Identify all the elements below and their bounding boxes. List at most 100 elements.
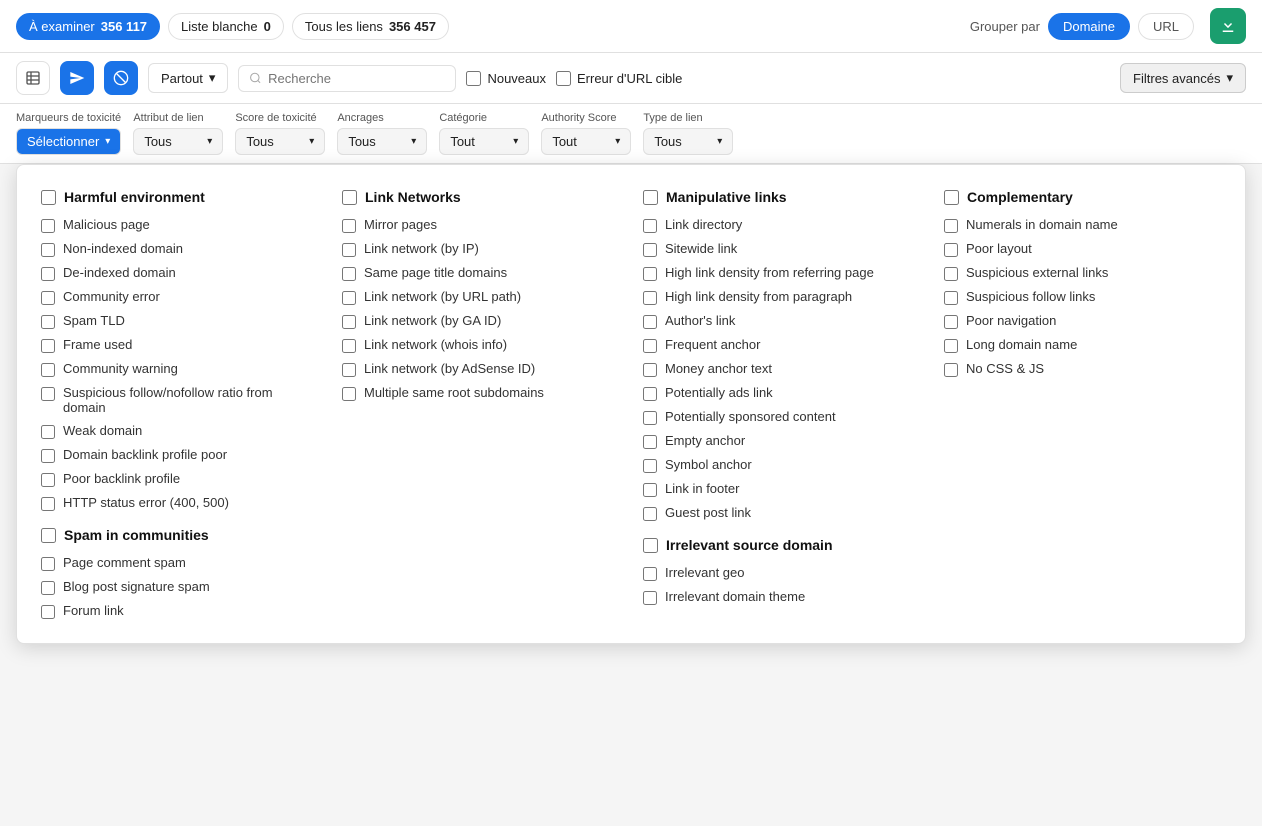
tab-blanche-count: 0 [264, 19, 271, 34]
item-link-network-whois[interactable]: Link network (whois info) [342, 337, 619, 353]
item-community-error[interactable]: Community error [41, 289, 318, 305]
item-suspicious-ratio[interactable]: Suspicious follow/nofollow ratio from do… [41, 385, 318, 415]
tab-examiner[interactable]: À examiner 356 117 [16, 13, 160, 40]
filter-type-select[interactable]: Tous ▾ [643, 128, 733, 155]
item-http-error[interactable]: HTTP status error (400, 500) [41, 495, 318, 511]
filter-type: Type de lien Tous ▾ [643, 112, 733, 155]
filter-attribut-select[interactable]: Tous ▾ [133, 128, 223, 155]
item-guest-post[interactable]: Guest post link [643, 505, 920, 521]
item-link-network-ga[interactable]: Link network (by GA ID) [342, 313, 619, 329]
search-box[interactable] [238, 65, 456, 92]
erreur-checkbox[interactable] [556, 71, 571, 86]
col-manipulative-title: Manipulative links [666, 189, 787, 205]
item-no-css-js[interactable]: No CSS & JS [944, 361, 1221, 377]
erreur-checkbox-label[interactable]: Erreur d'URL cible [556, 71, 682, 86]
filter-ancrages-select[interactable]: Tous ▾ [337, 128, 427, 155]
col-harmful-checkbox[interactable] [41, 190, 56, 205]
filter-marqueurs-select[interactable]: Sélectionner ▾ [16, 128, 121, 155]
item-link-network-adsense[interactable]: Link network (by AdSense ID) [342, 361, 619, 377]
item-potentially-sponsored[interactable]: Potentially sponsored content [643, 409, 920, 425]
col-complementary-title: Complementary [967, 189, 1073, 205]
col-irrelevant-checkbox[interactable] [643, 538, 658, 553]
filter-attribut-label: Attribut de lien [133, 112, 223, 124]
partout-arrow: ▾ [209, 70, 216, 86]
filter-authority: Authority Score Tout ▾ [541, 112, 631, 155]
filter-categorie-select[interactable]: Tout ▾ [439, 128, 529, 155]
col-harmful-header: Harmful environment [41, 189, 318, 205]
item-poor-navigation[interactable]: Poor navigation [944, 313, 1221, 329]
filter-authority-select[interactable]: Tout ▾ [541, 128, 631, 155]
item-domain-backlink-poor[interactable]: Domain backlink profile poor [41, 447, 318, 463]
filtres-avances-button[interactable]: Filtres avancés ▾ [1120, 63, 1246, 93]
tab-blanche[interactable]: Liste blanche 0 [168, 13, 284, 40]
nouveaux-checkbox[interactable] [466, 71, 481, 86]
item-frequent-anchor[interactable]: Frequent anchor [643, 337, 920, 353]
item-community-warning[interactable]: Community warning [41, 361, 318, 377]
nouveaux-checkbox-label[interactable]: Nouveaux [466, 71, 546, 86]
group-by-url[interactable]: URL [1138, 13, 1194, 40]
item-spam-tld[interactable]: Spam TLD [41, 313, 318, 329]
item-forum-link[interactable]: Forum link [41, 603, 318, 619]
tab-examiner-label: À examiner [29, 19, 95, 34]
download-button[interactable] [1210, 8, 1246, 44]
col-manipulative-checkbox[interactable] [643, 190, 658, 205]
item-mirror-pages[interactable]: Mirror pages [342, 217, 619, 233]
filter-marqueurs-label: Marqueurs de toxicité [16, 112, 121, 124]
item-malicious[interactable]: Malicious page [41, 217, 318, 233]
item-money-anchor[interactable]: Money anchor text [643, 361, 920, 377]
item-link-network-url[interactable]: Link network (by URL path) [342, 289, 619, 305]
group-by-domaine[interactable]: Domaine [1048, 13, 1130, 40]
item-numerals[interactable]: Numerals in domain name [944, 217, 1221, 233]
partout-dropdown[interactable]: Partout ▾ [148, 63, 228, 93]
col-complementary-header: Complementary [944, 189, 1221, 205]
filters-row: Marqueurs de toxicité Sélectionner ▾ Att… [0, 104, 1262, 164]
item-de-indexed[interactable]: De-indexed domain [41, 265, 318, 281]
item-frame-used[interactable]: Frame used [41, 337, 318, 353]
item-irrelevant-domain-theme[interactable]: Irrelevant domain theme [643, 589, 920, 605]
item-long-domain[interactable]: Long domain name [944, 337, 1221, 353]
col-manipulative-header: Manipulative links [643, 189, 920, 205]
item-page-comment[interactable]: Page comment spam [41, 555, 318, 571]
item-non-indexed[interactable]: Non-indexed domain [41, 241, 318, 257]
export-icon-btn[interactable] [16, 61, 50, 95]
item-empty-anchor[interactable]: Empty anchor [643, 433, 920, 449]
filter-type-label: Type de lien [643, 112, 733, 124]
item-poor-backlink[interactable]: Poor backlink profile [41, 471, 318, 487]
send-icon-btn[interactable] [60, 61, 94, 95]
item-link-in-footer[interactable]: Link in footer [643, 481, 920, 497]
filter-score-label: Score de toxicité [235, 112, 325, 124]
item-link-network-ip[interactable]: Link network (by IP) [342, 241, 619, 257]
item-potentially-ads[interactable]: Potentially ads link [643, 385, 920, 401]
item-high-density-referring[interactable]: High link density from referring page [643, 265, 920, 281]
tab-liens[interactable]: Tous les liens 356 457 [292, 13, 449, 40]
col-harmful-title: Harmful environment [64, 189, 205, 205]
filter-categorie-arrow: ▾ [513, 136, 518, 147]
item-symbol-anchor[interactable]: Symbol anchor [643, 457, 920, 473]
item-same-page-title[interactable]: Same page title domains [342, 265, 619, 281]
item-weak-domain[interactable]: Weak domain [41, 423, 318, 439]
item-sitewide-link[interactable]: Sitewide link [643, 241, 920, 257]
item-link-directory[interactable]: Link directory [643, 217, 920, 233]
item-suspicious-external[interactable]: Suspicious external links [944, 265, 1221, 281]
col-spam-header: Spam in communities [41, 527, 318, 543]
col-spam-checkbox[interactable] [41, 528, 56, 543]
col-networks-checkbox[interactable] [342, 190, 357, 205]
item-suspicious-follow[interactable]: Suspicious follow links [944, 289, 1221, 305]
col-harmful: Harmful environment Malicious page Non-i… [41, 189, 318, 627]
col-manipulative: Manipulative links Link directory Sitewi… [643, 189, 920, 627]
group-by-section: Grouper par Domaine URL [970, 13, 1194, 40]
item-irrelevant-geo[interactable]: Irrelevant geo [643, 565, 920, 581]
tab-examiner-count: 356 117 [101, 19, 147, 34]
col-complementary-checkbox[interactable] [944, 190, 959, 205]
item-multiple-subdomains[interactable]: Multiple same root subdomains [342, 385, 619, 401]
item-blog-signature[interactable]: Blog post signature spam [41, 579, 318, 595]
item-authors-link[interactable]: Author's link [643, 313, 920, 329]
top-bar: À examiner 356 117 Liste blanche 0 Tous … [0, 0, 1262, 53]
filter-type-arrow: ▾ [717, 136, 722, 147]
item-high-density-paragraph[interactable]: High link density from paragraph [643, 289, 920, 305]
filter-score: Score de toxicité Tous ▾ [235, 112, 325, 155]
block-icon-btn[interactable] [104, 61, 138, 95]
search-input[interactable] [268, 71, 445, 86]
filter-score-select[interactable]: Tous ▾ [235, 128, 325, 155]
item-poor-layout[interactable]: Poor layout [944, 241, 1221, 257]
